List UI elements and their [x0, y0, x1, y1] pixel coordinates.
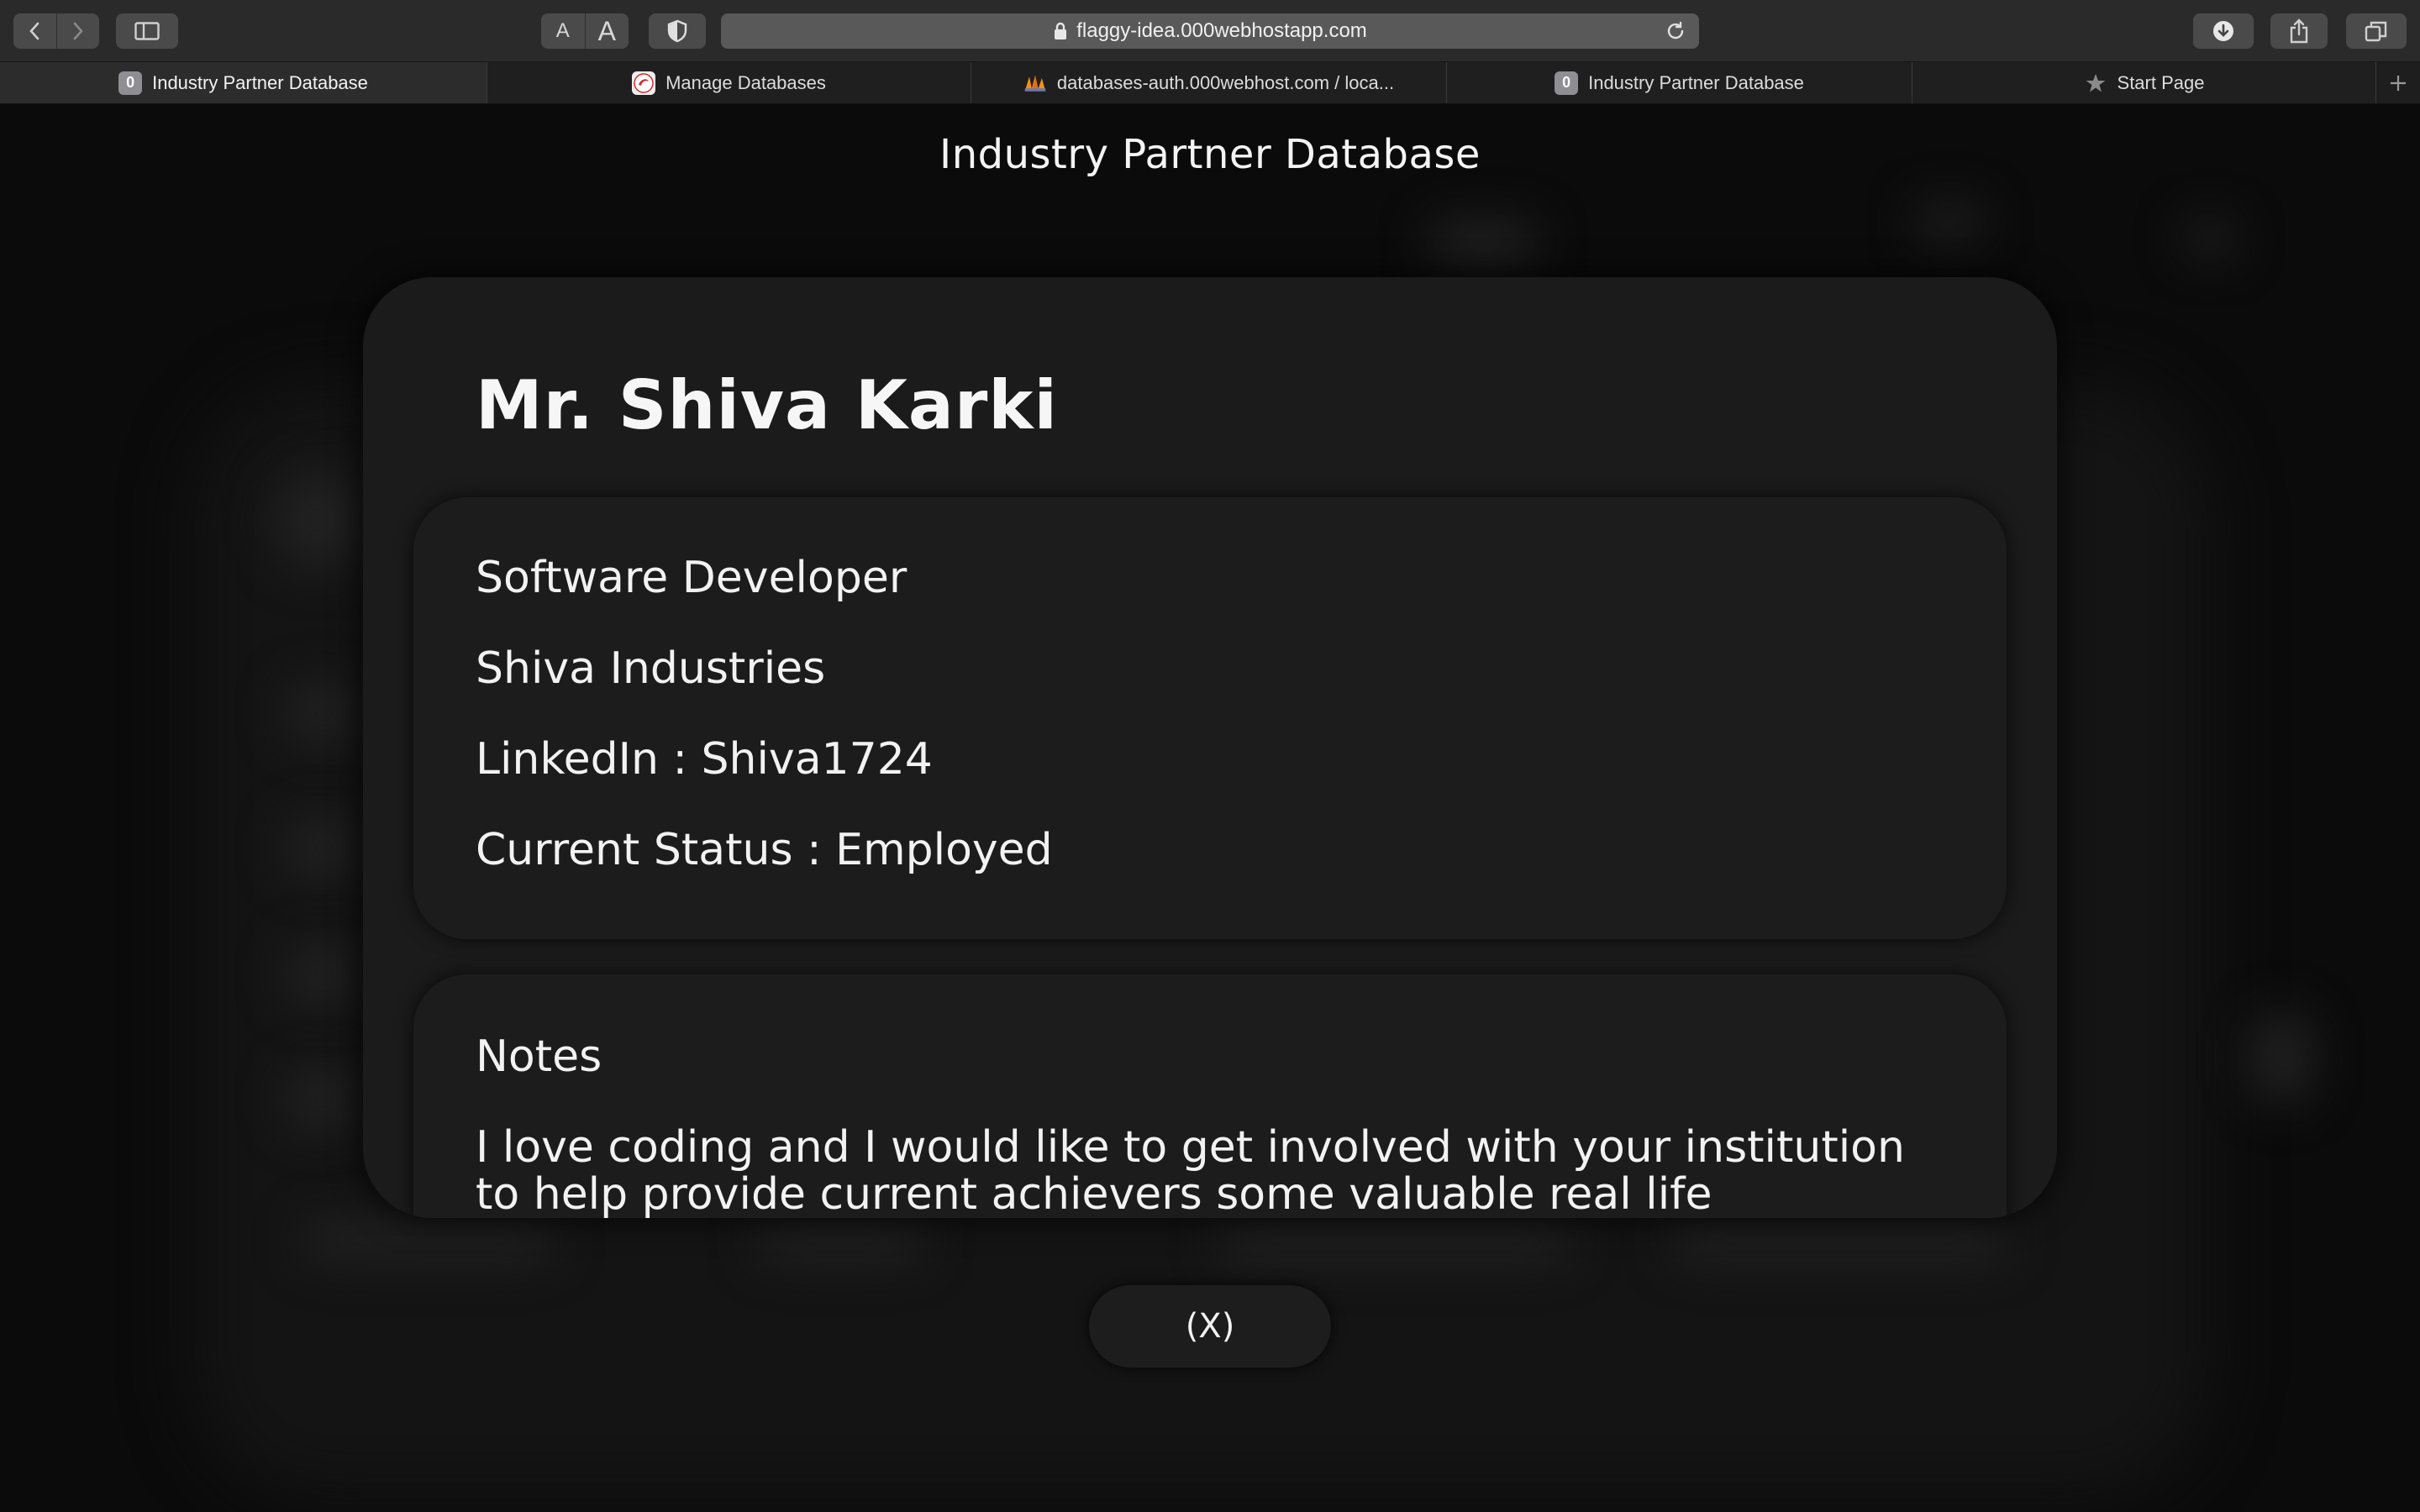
blurred-background-element	[2252, 1011, 2311, 1104]
download-icon	[2213, 21, 2233, 41]
new-tab-button[interactable]	[2376, 62, 2420, 103]
chevron-left-icon	[29, 22, 39, 40]
lock-icon	[1055, 22, 1067, 39]
blurred-background-element	[302, 1221, 555, 1258]
close-button[interactable]: (X)	[1089, 1285, 1331, 1368]
tab-industry-partner-database-2[interactable]: 0 Industry Partner Database	[1447, 62, 1912, 103]
blurred-background-element	[286, 684, 361, 743]
notes-text: I love coding and I would like to get in…	[476, 1122, 1905, 1218]
tab-label: databases-auth.000webhost.com / loca...	[1056, 71, 1395, 93]
privacy-report-button[interactable]	[649, 13, 706, 49]
text-size-controls: A A	[541, 13, 629, 49]
tab-start-page[interactable]: Start Page	[1912, 62, 2376, 103]
notes-card: Notes I love coding and I would like to …	[413, 974, 2007, 1218]
tab-label: Industry Partner Database	[152, 71, 368, 93]
partner-position: Software Developer	[476, 553, 908, 603]
plus-icon	[2391, 75, 2406, 91]
blurred-background-element	[1916, 205, 1983, 239]
tab-overview-button[interactable]	[2346, 13, 2407, 49]
zero-favicon-icon: 0	[118, 71, 143, 95]
blurred-background-element	[2185, 222, 2235, 255]
blurred-background-element	[1672, 1221, 2008, 1258]
tab-industry-partner-database[interactable]: 0 Industry Partner Database	[0, 62, 487, 103]
blurred-background-element	[1428, 222, 1538, 264]
tab-manage-databases[interactable]: Manage Databases	[487, 62, 971, 103]
blurred-background-element	[277, 474, 361, 566]
increase-text-size-button[interactable]: A	[584, 13, 629, 49]
page-content: Industry Partner Database Mr. Shiva Kark…	[0, 104, 2420, 1512]
tab-bar: 0 Industry Partner Database Manage Datab…	[0, 62, 2420, 104]
zero-favicon-icon: 0	[1555, 71, 1579, 95]
back-button[interactable]	[13, 13, 56, 49]
tab-label: Manage Databases	[666, 71, 826, 93]
partner-company: Shiva Industries	[476, 643, 826, 694]
blurred-background-element	[286, 1070, 361, 1129]
notes-heading: Notes	[476, 1032, 602, 1082]
profile-modal: Mr. Shiva Karki Software Developer Shiva…	[363, 277, 2057, 1218]
partner-name: Mr. Shiva Karki	[476, 366, 1058, 444]
browser-toolbar: A A flaggy-idea.000webhostapp.com	[0, 0, 2420, 62]
blurred-background-element	[286, 818, 361, 877]
sidebar-icon	[134, 22, 160, 40]
navigation-buttons	[13, 13, 99, 49]
tab-phpmyadmin[interactable]: databases-auth.000webhost.com / loca...	[971, 62, 1447, 103]
partner-linkedin: LinkedIn : Shiva1724	[476, 734, 933, 785]
share-icon	[2290, 18, 2308, 44]
sidebar-toggle-button[interactable]	[116, 13, 178, 49]
shield-icon	[667, 19, 687, 43]
downloads-button[interactable]	[2193, 13, 2254, 49]
reload-icon	[1667, 21, 1684, 39]
partner-status: Current Status : Employed	[476, 825, 1053, 875]
share-button[interactable]	[2270, 13, 2328, 49]
phpmyadmin-icon	[1023, 71, 1047, 95]
blurred-background-element	[1218, 1221, 1571, 1258]
address-bar[interactable]: flaggy-idea.000webhostapp.com	[721, 13, 1699, 49]
tabs-overview-icon	[2365, 21, 2387, 42]
tab-label: Start Page	[2117, 71, 2205, 93]
partner-info-card: Software Developer Shiva Industries Link…	[413, 497, 2007, 939]
star-icon	[2084, 71, 2107, 95]
chevron-right-icon	[73, 22, 83, 40]
url-text: flaggy-idea.000webhostapp.com	[1076, 19, 1367, 42]
blurred-background-element	[756, 1221, 924, 1258]
forward-button[interactable]	[55, 13, 100, 49]
decrease-text-size-button[interactable]: A	[541, 13, 585, 49]
tab-label: Industry Partner Database	[1588, 71, 1804, 93]
blurred-background-element	[286, 944, 361, 1003]
page-title: Industry Partner Database	[939, 131, 1481, 178]
database-logo-icon	[632, 71, 656, 95]
